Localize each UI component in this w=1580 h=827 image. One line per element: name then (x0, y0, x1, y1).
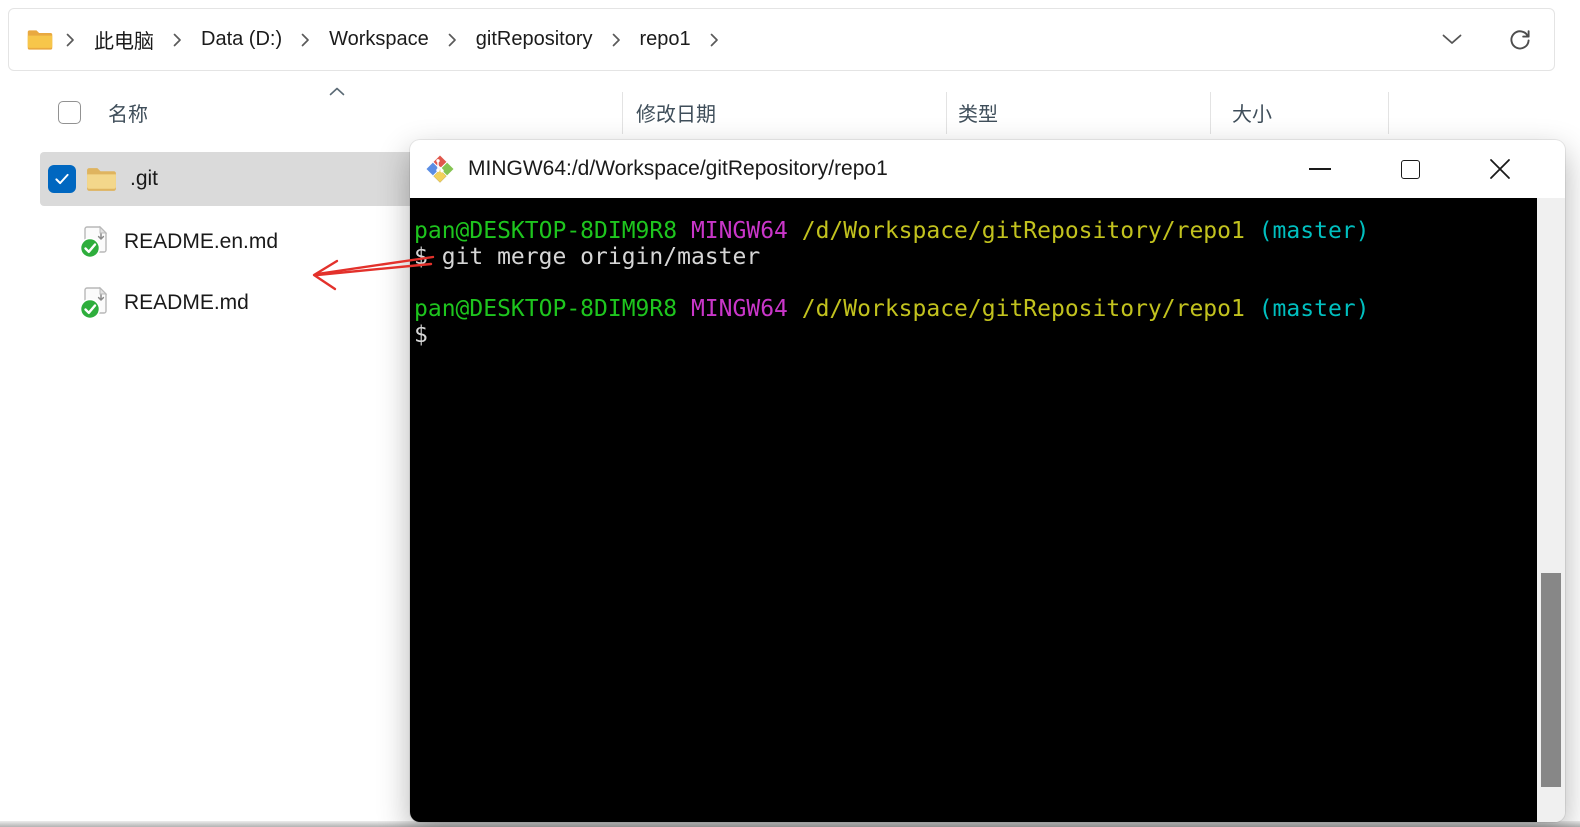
column-header-type[interactable]: 类型 (958, 98, 998, 127)
terminal-title: MINGW64:/d/Workspace/gitRepository/repo1 (468, 157, 888, 180)
breadcrumb-item-workspace[interactable]: Workspace (319, 23, 439, 56)
column-divider[interactable] (946, 92, 947, 134)
column-divider[interactable] (622, 92, 623, 134)
mintty-terminal-window: MINGW64:/d/Workspace/gitRepository/repo1… (410, 140, 1565, 822)
maximize-button[interactable] (1365, 145, 1455, 193)
terminal-cursor-line: $ (414, 322, 428, 348)
column-header-size[interactable]: 大小 (1232, 98, 1272, 127)
chevron-up-icon (329, 83, 345, 101)
breadcrumb-item-gitrepository[interactable]: gitRepository (466, 23, 603, 56)
folder-icon (84, 162, 118, 196)
terminal-output[interactable]: pan@DESKTOP-8DIM9R8 MINGW64 /d/Workspace… (410, 198, 1537, 822)
file-name: README.en.md (124, 230, 279, 253)
breadcrumb-item-repo1[interactable]: repo1 (630, 23, 701, 56)
markdown-file-committed-icon (78, 225, 112, 259)
terminal-prompt-line: pan@DESKTOP-8DIM9R8 MINGW64 /d/Workspace… (414, 296, 1370, 322)
terminal-scrollbar-track[interactable] (1537, 198, 1565, 822)
markdown-file-committed-icon (78, 286, 112, 320)
terminal-prompt-line: pan@DESKTOP-8DIM9R8 MINGW64 /d/Workspace… (414, 218, 1370, 244)
chevron-right-icon[interactable] (701, 33, 728, 47)
address-bar[interactable]: 此电脑 Data (D:) Workspace gitRepository re… (8, 8, 1555, 71)
folder-icon (23, 23, 57, 57)
terminal-command-line: $ git merge origin/master (414, 244, 761, 270)
chevron-right-icon[interactable] (57, 33, 84, 47)
minimize-button[interactable] (1275, 145, 1365, 193)
close-button[interactable] (1455, 145, 1545, 193)
file-name: README.md (124, 291, 249, 314)
chevron-right-icon[interactable] (439, 33, 466, 47)
minimize-icon (1309, 168, 1331, 170)
row-checkbox-checked[interactable] (48, 165, 76, 193)
chevron-right-icon[interactable] (164, 33, 191, 47)
breadcrumb-item-this-pc[interactable]: 此电脑 (84, 20, 164, 59)
column-header-date-modified[interactable]: 修改日期 (636, 98, 716, 127)
terminal-scrollbar-thumb[interactable] (1541, 573, 1561, 787)
chevron-down-icon[interactable] (1432, 20, 1472, 60)
column-divider[interactable] (1210, 92, 1211, 134)
terminal-titlebar[interactable]: MINGW64:/d/Workspace/gitRepository/repo1 (410, 140, 1565, 198)
chevron-right-icon[interactable] (292, 33, 319, 47)
refresh-icon[interactable] (1500, 20, 1540, 60)
chevron-right-icon[interactable] (603, 33, 630, 47)
close-icon (1490, 159, 1510, 179)
breadcrumb-item-data-d[interactable]: Data (D:) (191, 23, 292, 56)
select-all-checkbox[interactable] (58, 101, 81, 124)
git-mintty-icon[interactable] (424, 153, 456, 185)
file-name: .git (130, 167, 159, 190)
column-header-name[interactable]: 名称 (108, 98, 148, 127)
maximize-icon (1400, 159, 1420, 179)
column-divider[interactable] (1388, 92, 1389, 134)
